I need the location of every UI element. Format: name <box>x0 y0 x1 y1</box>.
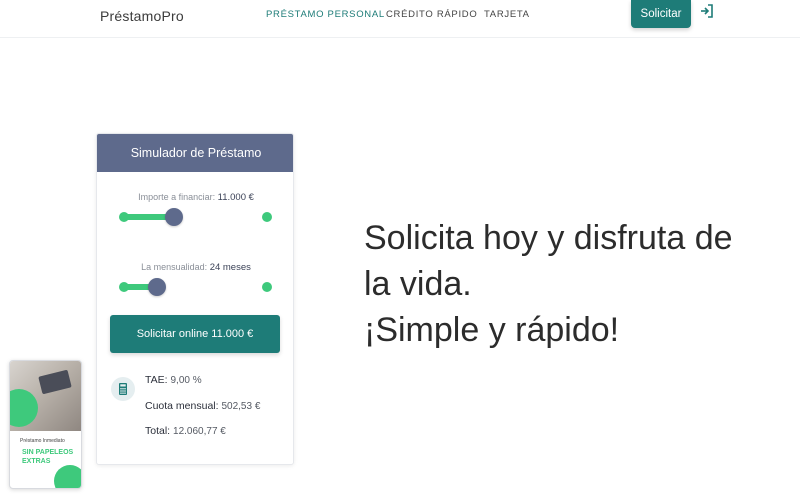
promo-subtitle: Préstamo Inmediato <box>20 438 65 444</box>
result-cuota-value: 502,53 € <box>221 401 261 412</box>
nav-prestamo-personal[interactable]: PRÉSTAMO PERSONAL <box>266 9 385 20</box>
promo-card[interactable]: Préstamo Inmediato SIN PAPELEOS EXTRAS <box>9 360 82 489</box>
result-tae-value: 9,00 % <box>170 375 202 386</box>
hero-line-1: Solicita hoy y disfruta de <box>364 219 733 257</box>
result-total-label: Total: <box>145 425 171 437</box>
hero-line-3: ¡Simple y rápido! <box>364 311 620 349</box>
amount-label-text: Importe a financiar: <box>138 192 216 202</box>
hero-headline: Solicita hoy y disfruta de la vida. ¡Sim… <box>364 215 764 353</box>
result-cuota-label: Cuota mensual: <box>145 400 219 412</box>
amount-label: Importe a financiar: 11.000 € <box>97 192 293 203</box>
term-slider[interactable] <box>119 278 272 296</box>
promo-title: SIN PAPELEOS EXTRAS <box>22 449 74 465</box>
term-value: 24 meses <box>209 262 251 273</box>
hero-line-2: la vida. <box>364 265 472 303</box>
promo-photo <box>10 361 81 431</box>
result-total-value: 12.060,77 € <box>173 426 226 437</box>
calculator-icon <box>111 377 135 401</box>
loan-simulator-card: Simulador de Préstamo Importe a financia… <box>96 133 294 465</box>
site-header: PréstamoPro PRÉSTAMO PERSONAL CRÉDITO RÁ… <box>0 0 800 38</box>
solicitar-online-button[interactable]: Solicitar online 11.000 € <box>110 315 280 353</box>
brand-logo[interactable]: PréstamoPro <box>100 8 184 24</box>
term-label: La mensualidad: 24 meses <box>97 262 293 273</box>
term-label-text: La mensualidad: <box>141 262 208 272</box>
term-slider-max-dot <box>262 282 272 292</box>
amount-value: 11.000 € <box>217 192 254 203</box>
credit-card-image <box>38 369 72 395</box>
calculator-icon-svg <box>119 383 127 395</box>
result-tae: TAE: 9,00 % <box>145 374 202 386</box>
simulator-title: Simulador de Préstamo <box>97 134 293 172</box>
result-tae-label: TAE: <box>145 374 168 386</box>
login-icon[interactable] <box>699 3 715 19</box>
promo-decor-blob <box>10 389 38 427</box>
amount-slider-max-dot <box>262 212 272 222</box>
term-slider-thumb[interactable] <box>147 278 166 296</box>
solicitar-button[interactable]: Solicitar <box>631 0 691 28</box>
nav-tarjeta[interactable]: TARJETA <box>484 9 530 20</box>
amount-slider-min-dot <box>119 212 129 222</box>
result-cuota: Cuota mensual: 502,53 € <box>145 400 260 412</box>
amount-slider[interactable] <box>119 208 272 226</box>
result-total: Total: 12.060,77 € <box>145 425 226 437</box>
promo-decor-blob-bottom <box>54 465 81 488</box>
term-slider-min-dot <box>119 282 129 292</box>
nav-credito-rapido[interactable]: CRÉDITO RÁPIDO <box>386 9 477 20</box>
amount-slider-thumb[interactable] <box>164 208 183 226</box>
